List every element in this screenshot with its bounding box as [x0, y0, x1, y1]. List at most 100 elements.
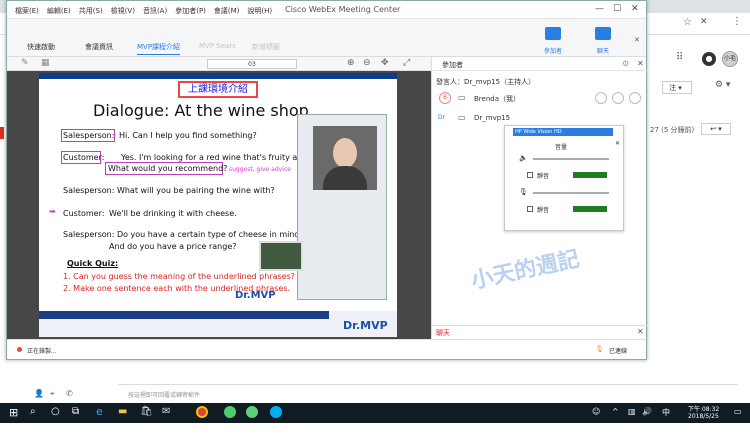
participants-icon[interactable]: [545, 27, 561, 40]
chat-label: 聊天: [436, 329, 450, 337]
zoom-in-icon[interactable]: ⊕: [347, 58, 355, 68]
video-icon[interactable]: [612, 92, 624, 104]
more-icon[interactable]: ⋮: [732, 16, 742, 27]
sp1-label: Salesperson:: [63, 131, 115, 140]
star-icon[interactable]: ☆: [683, 17, 692, 28]
minimize-icon[interactable]: —: [595, 4, 604, 14]
dr-mvp-logo-small: Dr.MVP: [235, 290, 276, 301]
tray-up-icon[interactable]: ^: [612, 407, 619, 416]
search-icon[interactable]: ⌕: [30, 406, 36, 417]
location-icon[interactable]: ⌖: [50, 389, 55, 399]
panel-close-icon[interactable]: ✕: [637, 59, 644, 68]
bottom-strip: [0, 423, 750, 443]
menu-view[interactable]: 檢視(V): [111, 6, 135, 16]
edge-icon[interactable]: e: [96, 405, 103, 418]
sp3b: And do you have a price range?: [109, 242, 237, 251]
participant-host[interactable]: Dr_mvp15: [474, 114, 510, 122]
notification-center-icon[interactable]: ▭: [734, 407, 742, 416]
cortana-icon[interactable]: ○: [51, 406, 60, 417]
slide-window-titlebar: [39, 73, 397, 79]
brenda-chat-icon[interactable]: ▭: [458, 93, 466, 102]
reply-button[interactable]: ↩ ▾: [701, 123, 731, 135]
start-icon[interactable]: ⊞: [9, 406, 18, 419]
tray-volume-icon[interactable]: 🔊: [642, 407, 652, 416]
pen-icon[interactable]: ✎: [21, 58, 29, 68]
quiz-1: 1. Can you guess the meaning of the unde…: [63, 272, 295, 281]
settings-icon[interactable]: ⚙: [622, 59, 629, 68]
menu-edit[interactable]: 編輯(E): [47, 6, 71, 16]
tray-network-icon[interactable]: ▥: [628, 407, 636, 416]
sp2: Salesperson: What will you be pairing th…: [63, 186, 275, 195]
reply-box[interactable]: 按這裡即可回覆或轉寄郵件: [118, 384, 738, 400]
zoom-out-icon[interactable]: ⊖: [363, 58, 371, 68]
page-number[interactable]: 03: [207, 59, 297, 69]
chat-button-label[interactable]: 聊天: [583, 46, 623, 55]
participants-button-label[interactable]: 參加者: [533, 46, 573, 55]
mic-icon[interactable]: [595, 92, 607, 104]
label-button[interactable]: 注 ▾: [662, 81, 692, 94]
panel-title: 參加者: [442, 61, 463, 69]
phone-icon[interactable]: ✆: [66, 389, 73, 398]
dialog-close-icon[interactable]: ✕: [615, 140, 620, 147]
connection-status: 已連線: [609, 348, 628, 355]
participant-brenda[interactable]: Brenda（我）: [474, 94, 520, 104]
menu-meeting[interactable]: 會議(M): [214, 6, 240, 16]
tab-mvp-course[interactable]: MVP課程介紹: [137, 42, 181, 55]
quiz-title: Quick Quiz:: [67, 259, 119, 268]
speaker-level-bar: [573, 172, 607, 178]
tray-people-icon[interactable]: ☺: [592, 407, 600, 416]
settings-icon[interactable]: ⚙ ▾: [715, 80, 730, 90]
checkbox-mute-mic[interactable]: [527, 206, 533, 212]
task-view-icon[interactable]: ⧉: [72, 406, 79, 417]
close-icon[interactable]: ✕: [631, 4, 639, 14]
avatar[interactable]: 小毛: [722, 51, 738, 67]
notification-icon[interactable]: ●: [702, 52, 716, 66]
speaker-slider[interactable]: [533, 158, 609, 160]
hint: suggest, give advice: [229, 166, 291, 173]
tab-add[interactable]: 新增標籤: [252, 42, 280, 52]
mic-status-icon: 🎙: [595, 345, 604, 353]
tray-ime-icon[interactable]: 中: [662, 407, 670, 418]
tab-bar: 快速啟動 會議資訊 MVP課程介紹 MVP Sears 新增標籤 參加者 聊天 …: [7, 19, 646, 57]
chat-bar[interactable]: 聊天 ✕: [432, 325, 647, 338]
menu-share[interactable]: 共用(S): [79, 6, 103, 16]
person-icon[interactable]: 👤: [34, 389, 44, 398]
thumbnails-icon[interactable]: ▦: [41, 58, 50, 68]
chat-close-icon[interactable]: ✕: [637, 327, 644, 336]
webex-taskbar-icon[interactable]: [224, 406, 236, 418]
webex-meeting-icon[interactable]: [246, 406, 258, 418]
fullscreen-icon[interactable]: ⤢: [403, 58, 410, 68]
apps-grid-icon[interactable]: ⠿: [676, 52, 683, 63]
tab-meeting-info[interactable]: 會議資訊: [85, 42, 113, 52]
clock-date[interactable]: 2018/5/25: [688, 413, 719, 420]
mute-label-1: 靜音: [537, 173, 550, 180]
chrome-icon[interactable]: [196, 406, 208, 418]
host-chat-icon[interactable]: ▭: [458, 113, 466, 122]
menu-file[interactable]: 檔案(E): [15, 6, 39, 16]
raise-hand-icon[interactable]: [629, 92, 641, 104]
mute-label-2: 靜音: [537, 207, 550, 214]
skype-icon[interactable]: [270, 406, 282, 418]
tab-mvp-sears[interactable]: MVP Sears: [199, 42, 236, 50]
device-select[interactable]: HP Wide Vision HD: [513, 128, 613, 136]
fit-icon[interactable]: ✥: [381, 58, 389, 68]
panel-header: 參加者 ⚙ ✕: [432, 57, 647, 71]
clock-time[interactable]: 下午 08:32: [688, 404, 719, 413]
close-icon[interactable]: ✕: [700, 17, 708, 27]
c1-text2: What would you recommend?: [108, 164, 228, 173]
collapse-icon[interactable]: ✕: [634, 36, 640, 44]
checkbox-mute-speaker[interactable]: [527, 172, 533, 178]
tab-quick-start[interactable]: 快速啟動: [27, 42, 55, 52]
chat-icon[interactable]: [595, 27, 611, 40]
menu-help[interactable]: 說明(H): [247, 6, 272, 16]
mic-slider[interactable]: [533, 192, 609, 194]
folder-icon[interactable]: ▬: [118, 406, 127, 417]
arrow-icon: ➡: [49, 207, 56, 216]
store-icon[interactable]: 🛍: [140, 406, 153, 417]
menu-participants[interactable]: 參加者(P): [175, 6, 206, 16]
mail-icon[interactable]: ✉: [162, 406, 170, 417]
c2-label: Customer:: [63, 209, 105, 218]
maximize-icon[interactable]: ☐: [613, 4, 621, 14]
host-label: 發言人：Dr_mvp15（主持人）: [436, 78, 536, 86]
menu-audio[interactable]: 音訊(A): [143, 6, 167, 16]
